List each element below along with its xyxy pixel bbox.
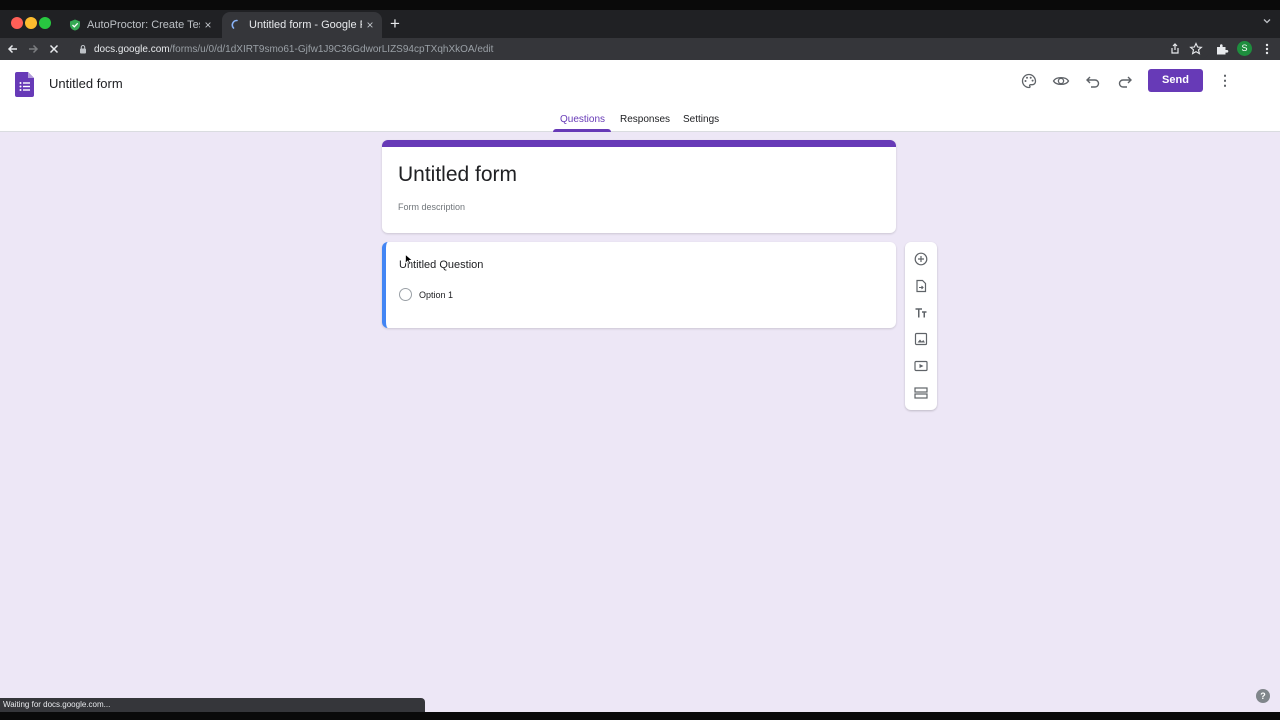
url-host: docs.google.com — [94, 43, 170, 55]
help-icon[interactable]: ? — [1256, 689, 1270, 703]
zoom-window-button[interactable] — [39, 17, 51, 29]
stop-loading-icon[interactable] — [45, 40, 63, 58]
extensions-puzzle-icon[interactable] — [1215, 42, 1229, 56]
import-questions-icon[interactable] — [914, 279, 928, 293]
close-tab-icon[interactable]: × — [362, 18, 378, 32]
radio-button[interactable] — [399, 288, 412, 301]
form-title-card[interactable]: Untitled form Form description — [382, 140, 896, 233]
tab-responses[interactable]: Responses — [620, 114, 670, 125]
tab-title: Untitled form - Google Forms — [249, 19, 362, 31]
mouse-cursor-icon — [405, 254, 413, 265]
tab-settings[interactable]: Settings — [683, 114, 719, 125]
send-button[interactable]: Send — [1148, 69, 1203, 92]
add-question-icon[interactable] — [914, 252, 928, 266]
back-arrow-icon[interactable] — [4, 40, 22, 58]
question-side-toolbar — [905, 242, 937, 410]
address-bar[interactable]: docs.google.com/forms/u/0/d/1dXIRT9smo61… — [70, 39, 1210, 59]
form-description-field[interactable]: Form description — [398, 202, 465, 212]
tab-search-chevron-icon[interactable] — [1262, 16, 1272, 26]
add-video-icon[interactable] — [914, 359, 928, 373]
browser-menu-icon[interactable] — [1260, 42, 1274, 56]
tab-autoproctor[interactable]: AutoProctor: Create Test × — [60, 12, 220, 38]
add-title-icon[interactable] — [914, 306, 928, 320]
url-path: /forms/u/0/d/1dXIRT9smo61-Gjfw1J9C36Gdwo… — [169, 43, 494, 55]
tab-google-forms[interactable]: Untitled form - Google Forms × — [222, 12, 382, 38]
bookmark-star-icon[interactable] — [1189, 42, 1203, 56]
forward-arrow-icon[interactable] — [24, 40, 42, 58]
preview-eye-icon[interactable] — [1052, 72, 1070, 90]
browser-status-bar: Waiting for docs.google.com... — [0, 698, 425, 712]
google-forms-logo-icon[interactable] — [15, 72, 34, 97]
browser-toolbar: docs.google.com/forms/u/0/d/1dXIRT9smo61… — [0, 38, 1280, 60]
forms-page: Untitled form Send ⋮ Questions Responses… — [0, 60, 1280, 712]
add-image-icon[interactable] — [914, 332, 928, 346]
url-text: docs.google.com/forms/u/0/d/1dXIRT9smo61… — [94, 44, 493, 55]
undo-icon[interactable] — [1084, 72, 1102, 90]
active-tab-indicator — [553, 129, 611, 132]
profile-avatar[interactable]: S — [1237, 41, 1252, 56]
tab-bar: AutoProctor: Create Test × Untitled form… — [0, 10, 1280, 38]
tab-questions[interactable]: Questions — [560, 114, 605, 125]
shield-icon — [70, 19, 80, 31]
minimize-window-button[interactable] — [25, 17, 37, 29]
redo-icon[interactable] — [1116, 72, 1134, 90]
close-window-button[interactable] — [11, 17, 23, 29]
form-title[interactable]: Untitled form — [398, 163, 517, 187]
customize-theme-palette-icon[interactable] — [1020, 72, 1038, 90]
tab-title: AutoProctor: Create Test — [87, 19, 200, 31]
add-section-icon[interactable] — [914, 386, 928, 400]
window-top-bar — [0, 0, 1280, 10]
lock-icon[interactable] — [78, 44, 88, 54]
form-tabs: Questions Responses Settings — [0, 110, 1280, 132]
new-tab-icon[interactable]: + — [388, 15, 402, 33]
share-icon[interactable] — [1168, 42, 1182, 56]
option-label[interactable]: Option 1 — [419, 290, 453, 300]
window-bottom-bar — [0, 712, 1280, 720]
question-card[interactable]: Untitled Question Option 1 — [382, 242, 896, 328]
document-title[interactable]: Untitled form — [49, 76, 123, 91]
more-options-icon[interactable]: ⋮ — [1218, 70, 1232, 90]
close-tab-icon[interactable]: × — [200, 18, 216, 32]
app-header: Untitled form Send ⋮ Questions Responses… — [0, 60, 1280, 132]
loading-spinner-icon — [231, 19, 238, 29]
